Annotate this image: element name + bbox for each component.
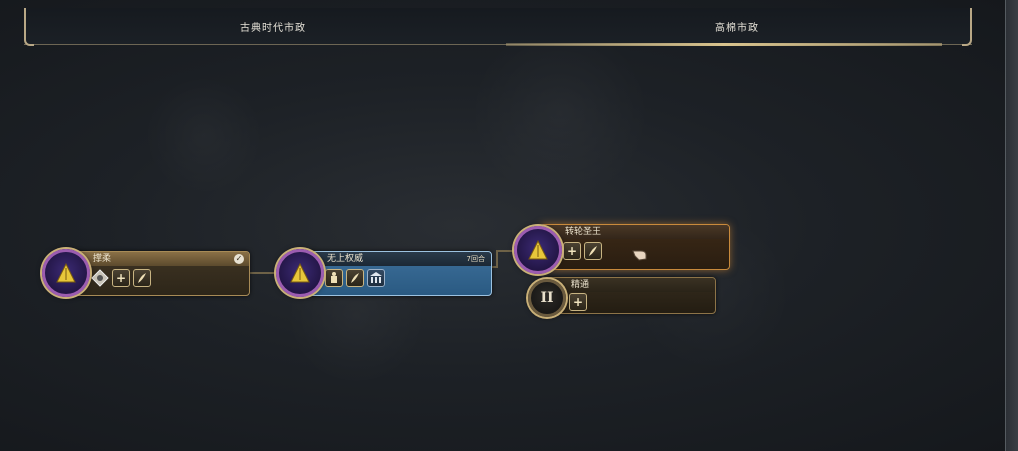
govt-pyramid-icon	[528, 239, 548, 260]
tab-bar-left-bracket	[24, 8, 34, 46]
turns-remaining: 7回合	[466, 255, 485, 263]
diamond-unit-icon[interactable]	[91, 269, 109, 287]
government-building-icon[interactable]	[367, 269, 385, 287]
govt-pyramid-icon	[56, 262, 76, 283]
civic-card[interactable]: 精通 +	[546, 277, 716, 314]
roman-numeral-two-icon: II	[540, 290, 554, 306]
plus-icon[interactable]: +	[569, 293, 587, 311]
connector-n2-n3-vertical	[496, 250, 498, 268]
right-scrollbar[interactable]	[1005, 0, 1018, 451]
civic-medal	[514, 226, 562, 274]
civic-title: 无上权威	[303, 252, 491, 266]
completed-check-icon: ✓	[234, 254, 244, 264]
govt-pyramid-icon	[290, 262, 310, 283]
civic-medal	[276, 249, 324, 297]
plus-icon[interactable]: +	[112, 269, 130, 287]
quill-icon[interactable]	[584, 242, 602, 260]
plus-icon[interactable]: +	[563, 242, 581, 260]
tab-khmer-civics[interactable]: 高棉市政	[502, 8, 972, 46]
connector-n2-n3-top	[496, 250, 514, 252]
civic-medal	[42, 249, 90, 297]
hand-cursor-icon	[632, 246, 648, 265]
civic-title: 精通	[547, 278, 715, 292]
quill-icon[interactable]	[346, 269, 364, 287]
statue-icon[interactable]	[325, 269, 343, 287]
civic-title: 转轮圣王	[541, 225, 729, 239]
civic-card[interactable]: 撑柔 ✓ +	[68, 251, 250, 296]
connector-n1-n2	[248, 272, 278, 274]
quill-icon[interactable]	[133, 269, 151, 287]
tab-bar: 古典时代市政 高棉市政	[24, 8, 972, 46]
civic-title: 撑柔	[69, 252, 249, 266]
map-background	[0, 0, 1018, 451]
tab-classical-civics[interactable]: 古典时代市政	[38, 8, 508, 44]
civic-card[interactable]: 无上权威 7回合	[302, 251, 492, 296]
mastery-medal: II	[528, 279, 566, 317]
